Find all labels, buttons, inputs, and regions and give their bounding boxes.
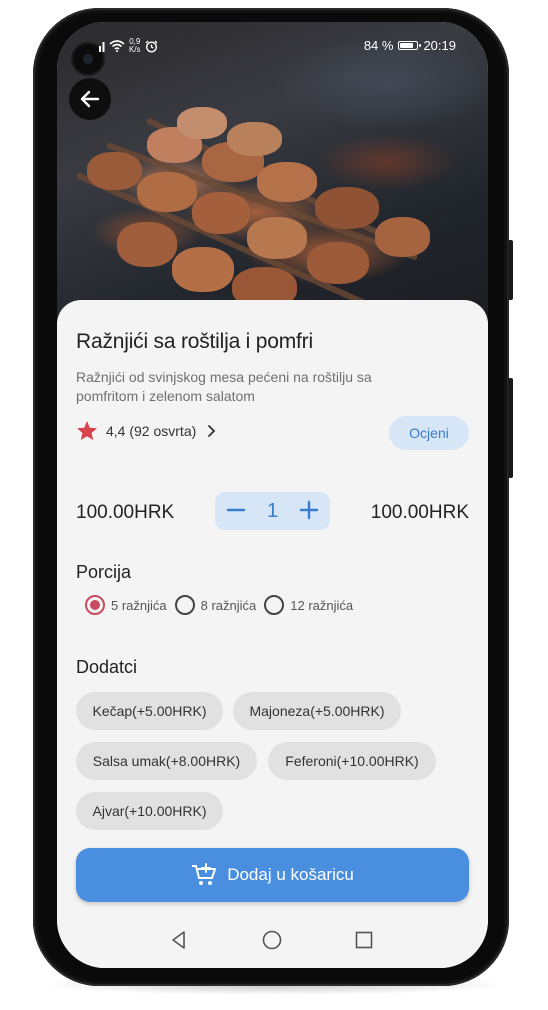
meat-piece: [137, 172, 197, 212]
meat-piece: [307, 242, 369, 284]
star-icon: [76, 420, 98, 441]
phone-screen: 0,9 K/s 84 % 20:19 Ražnjići sa roštilja …: [57, 22, 488, 968]
wifi-icon: [109, 40, 125, 52]
increase-quantity-button[interactable]: [298, 497, 320, 525]
volume-button: [508, 240, 513, 300]
meat-piece: [227, 122, 282, 156]
meat-piece: [315, 187, 379, 229]
portion-option-label: 8 ražnjića: [200, 597, 257, 613]
total-price: 100.00HRK: [370, 502, 469, 523]
square-recent-icon: [355, 931, 373, 949]
extra-chip-majoneza[interactable]: Majoneza(+5.00HRK): [233, 692, 401, 730]
extra-chip-salsa[interactable]: Salsa umak(+8.00HRK): [76, 742, 257, 780]
radio-selected: [85, 595, 105, 615]
add-to-cart-label: Dodaj u košaricu: [227, 865, 354, 884]
minus-icon: [226, 508, 246, 512]
add-cart-icon: [192, 863, 217, 885]
rating-summary: 4,4 (92 osvrta): [106, 422, 197, 439]
portion-option-label: 12 ražnjića: [290, 597, 354, 613]
network-speed: 0,9 K/s: [129, 38, 141, 54]
quantity-value: 1: [266, 499, 279, 522]
portion-option-5[interactable]: 5 ražnjića: [85, 595, 167, 615]
circle-home-icon: [262, 930, 282, 950]
nav-recent-button[interactable]: [353, 929, 375, 956]
meat-piece: [257, 162, 317, 202]
plus-icon: [299, 500, 319, 520]
radio-unselected: [264, 595, 285, 615]
extra-chip-kecap[interactable]: Kečap(+5.00HRK): [76, 692, 223, 730]
portion-option-12[interactable]: 12 ražnjića: [264, 595, 353, 615]
nav-home-button[interactable]: [261, 929, 283, 956]
rating-link[interactable]: 4,4 (92 osvrta): [76, 420, 218, 441]
triangle-back-icon: [172, 931, 185, 949]
add-to-cart-button[interactable]: Dodaj u košaricu: [76, 848, 469, 902]
decrease-quantity-button[interactable]: [225, 497, 247, 525]
portion-radio-group: 5 ražnjića 8 ražnjića 12 ražnjića: [85, 595, 353, 615]
signal-icon: [99, 42, 105, 52]
chevron-right-icon: [208, 424, 216, 437]
battery-icon: [398, 41, 422, 50]
power-button: [508, 378, 513, 478]
status-left: 0,9 K/s: [99, 38, 158, 54]
product-hero-image: [57, 22, 488, 322]
meat-piece: [375, 217, 430, 257]
status-right: 84 % 20:19: [364, 38, 456, 53]
system-nav-bar: [57, 917, 488, 968]
battery-level: [400, 43, 414, 48]
arrow-left-icon: [80, 90, 100, 108]
clock: 20:19: [423, 38, 456, 53]
network-speed-unit: K/s: [129, 45, 141, 54]
extra-chip-ajvar[interactable]: Ajvar(+10.00HRK): [76, 792, 223, 830]
quantity-stepper: 1: [215, 492, 330, 530]
meat-piece: [117, 222, 177, 267]
portion-option-8[interactable]: 8 ražnjića: [174, 595, 257, 615]
product-description: Ražnjići od svinjskog mesa pećeni na roš…: [76, 369, 372, 404]
rate-button[interactable]: Ocjeni: [389, 416, 469, 450]
radio-unselected: [174, 595, 195, 615]
status-bar: 0,9 K/s 84 % 20:19: [57, 34, 488, 58]
meat-piece: [177, 107, 227, 139]
meat-piece: [172, 247, 234, 292]
product-details-sheet: Ražnjići sa roštilja i pomfri Ražnjići o…: [57, 300, 488, 920]
battery-percent: 84 %: [363, 38, 394, 53]
meat-piece: [87, 152, 142, 190]
nav-back-button[interactable]: [168, 929, 190, 956]
portion-heading: Porcija: [76, 562, 132, 582]
extras-heading: Dodatci: [76, 657, 138, 677]
back-button[interactable]: [69, 78, 111, 120]
portion-option-label: 5 ražnjića: [111, 597, 167, 613]
unit-price: 100.00HRK: [76, 502, 175, 523]
extra-chip-feferoni[interactable]: Feferoni(+10.00HRK): [268, 742, 436, 780]
meat-piece: [192, 192, 250, 234]
product-title: Ražnjići sa roštilja i pomfri: [76, 330, 313, 353]
alarm-clock-icon: [145, 40, 158, 53]
meat-piece: [247, 217, 307, 259]
